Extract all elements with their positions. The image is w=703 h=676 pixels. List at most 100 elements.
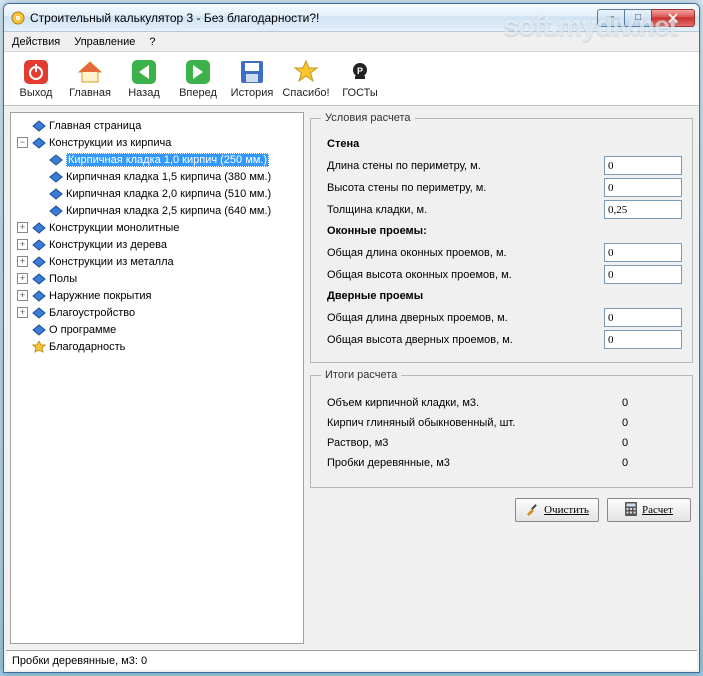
- tree-main-page[interactable]: Главная страница: [13, 117, 301, 134]
- standards-icon: P: [346, 58, 374, 86]
- app-window: Строительный калькулятор 3 - Без благода…: [3, 3, 700, 673]
- windows-h-label: Общая высота оконных проемов, м.: [327, 269, 604, 281]
- toolbar-exit-label: Выход: [20, 87, 53, 99]
- tree-outer[interactable]: + Наружние покрытия: [13, 287, 301, 304]
- res-mortar-label: Раствор, м3: [327, 437, 622, 449]
- res-bricks-label: Кирпич глиняный обыкновенный, шт.: [327, 417, 622, 429]
- arrow-right-icon: [184, 58, 212, 86]
- diamond-icon: [32, 239, 46, 251]
- tree-brick-child-0[interactable]: Кирпичная кладка 1,0 кирпич (250 мм.): [13, 151, 301, 168]
- doors-len-input[interactable]: [604, 308, 682, 327]
- windows-len-label: Общая длина оконных проемов, м.: [327, 247, 604, 259]
- toolbar-thanks-label: Спасибо!: [282, 87, 329, 99]
- tree-monolith[interactable]: + Конструкции монолитные: [13, 219, 301, 236]
- thickness-label: Толщина кладки, м.: [327, 204, 604, 216]
- wall-height-input[interactable]: [604, 178, 682, 197]
- diamond-icon: [49, 171, 63, 183]
- toolbar-home[interactable]: Главная: [64, 55, 116, 103]
- doors-len-label: Общая длина дверных проемов, м.: [327, 312, 604, 324]
- calculator-icon: [625, 502, 637, 519]
- diamond-icon: [32, 290, 46, 302]
- right-panel: Условия расчета Стена Длина стены по пер…: [310, 112, 693, 644]
- statusbar-text: Пробки деревянные, м3: 0: [12, 655, 147, 667]
- res-volume-label: Объем кирпичной кладки, м3.: [327, 397, 622, 409]
- titlebar: Строительный калькулятор 3 - Без благода…: [4, 4, 699, 32]
- res-plugs-label: Пробки деревянные, м3: [327, 457, 622, 469]
- res-plugs-value: 0: [622, 457, 682, 469]
- tree-brick[interactable]: − Конструкции из кирпича: [13, 134, 301, 151]
- toolbar-exit[interactable]: Выход: [10, 55, 62, 103]
- content-area: Главная страница − Конструкции из кирпич…: [4, 106, 699, 650]
- diamond-icon: [32, 256, 46, 268]
- menubar: Действия Управление ?: [4, 32, 699, 52]
- diamond-icon: [32, 324, 46, 336]
- expand-icon[interactable]: +: [17, 290, 28, 301]
- toolbar-forward-label: Вперед: [179, 87, 217, 99]
- res-bricks-value: 0: [622, 417, 682, 429]
- app-icon: [10, 10, 26, 26]
- wall-height-label: Высота стены по периметру, м.: [327, 182, 604, 194]
- star-icon: [32, 341, 46, 353]
- tree-about[interactable]: О программе: [13, 321, 301, 338]
- tree-floors[interactable]: + Полы: [13, 270, 301, 287]
- expand-icon[interactable]: +: [17, 307, 28, 318]
- thickness-input[interactable]: [604, 200, 682, 219]
- home-icon: [76, 58, 104, 86]
- toolbar-gosty[interactable]: P ГОСТы: [334, 55, 386, 103]
- tree-brick-child-1[interactable]: Кирпичная кладка 1,5 кирпича (380 мм.): [13, 168, 301, 185]
- windows-len-input[interactable]: [604, 243, 682, 262]
- diamond-icon: [32, 273, 46, 285]
- close-button[interactable]: [651, 9, 695, 27]
- toolbar-history[interactable]: История: [226, 55, 278, 103]
- star-icon: [292, 58, 320, 86]
- diamond-icon: [32, 120, 46, 132]
- action-buttons: Очистить Расчет: [310, 494, 693, 522]
- expand-icon[interactable]: +: [17, 222, 28, 233]
- clear-button[interactable]: Очистить: [515, 498, 599, 522]
- tree-brick-child-2[interactable]: Кирпичная кладка 2,0 кирпича (510 мм.): [13, 185, 301, 202]
- toolbar-forward[interactable]: Вперед: [172, 55, 224, 103]
- window-title: Строительный калькулятор 3 - Без благода…: [30, 11, 598, 25]
- collapse-icon[interactable]: −: [17, 137, 28, 148]
- wall-perimeter-input[interactable]: [604, 156, 682, 175]
- menu-help[interactable]: ?: [149, 36, 155, 48]
- expand-icon[interactable]: +: [17, 273, 28, 284]
- expand-icon[interactable]: +: [17, 239, 28, 250]
- diamond-icon: [49, 188, 63, 200]
- tree-metal[interactable]: + Конструкции из металла: [13, 253, 301, 270]
- diamond-icon: [32, 137, 46, 149]
- menu-actions[interactable]: Действия: [12, 36, 60, 48]
- navigation-tree[interactable]: Главная страница − Конструкции из кирпич…: [10, 112, 304, 644]
- tree-gratitude[interactable]: Благодарность: [13, 338, 301, 355]
- diamond-icon: [49, 154, 63, 166]
- maximize-button[interactable]: □: [624, 9, 652, 27]
- wall-perimeter-label: Длина стены по периметру, м.: [327, 160, 604, 172]
- res-mortar-value: 0: [622, 437, 682, 449]
- results-fieldset: Итоги расчета Объем кирпичной кладки, м3…: [310, 369, 693, 488]
- toolbar-home-label: Главная: [69, 87, 111, 99]
- doors-h-label: Общая высота дверных проемов, м.: [327, 334, 604, 346]
- windows-title: Оконные проемы:: [327, 225, 682, 237]
- statusbar: Пробки деревянные, м3: 0: [6, 650, 697, 670]
- res-volume-value: 0: [622, 397, 682, 409]
- conditions-fieldset: Условия расчета Стена Длина стены по пер…: [310, 112, 693, 363]
- doors-h-input[interactable]: [604, 330, 682, 349]
- toolbar-history-label: История: [231, 87, 274, 99]
- tree-wood[interactable]: + Конструкции из дерева: [13, 236, 301, 253]
- toolbar-back[interactable]: Назад: [118, 55, 170, 103]
- svg-text:P: P: [357, 66, 363, 76]
- diamond-icon: [32, 222, 46, 234]
- expand-icon[interactable]: +: [17, 256, 28, 267]
- menu-manage[interactable]: Управление: [74, 36, 135, 48]
- toolbar-back-label: Назад: [128, 87, 160, 99]
- arrow-left-icon: [130, 58, 158, 86]
- doors-title: Дверные проемы: [327, 290, 682, 302]
- diamond-icon: [49, 205, 63, 217]
- calc-button[interactable]: Расчет: [607, 498, 691, 522]
- conditions-legend: Условия расчета: [321, 112, 415, 124]
- toolbar-thanks[interactable]: Спасибо!: [280, 55, 332, 103]
- windows-h-input[interactable]: [604, 265, 682, 284]
- minimize-button[interactable]: ─: [597, 9, 625, 27]
- tree-brick-child-3[interactable]: Кирпичная кладка 2,5 кирпича (640 мм.): [13, 202, 301, 219]
- tree-landscape[interactable]: + Благоустройство: [13, 304, 301, 321]
